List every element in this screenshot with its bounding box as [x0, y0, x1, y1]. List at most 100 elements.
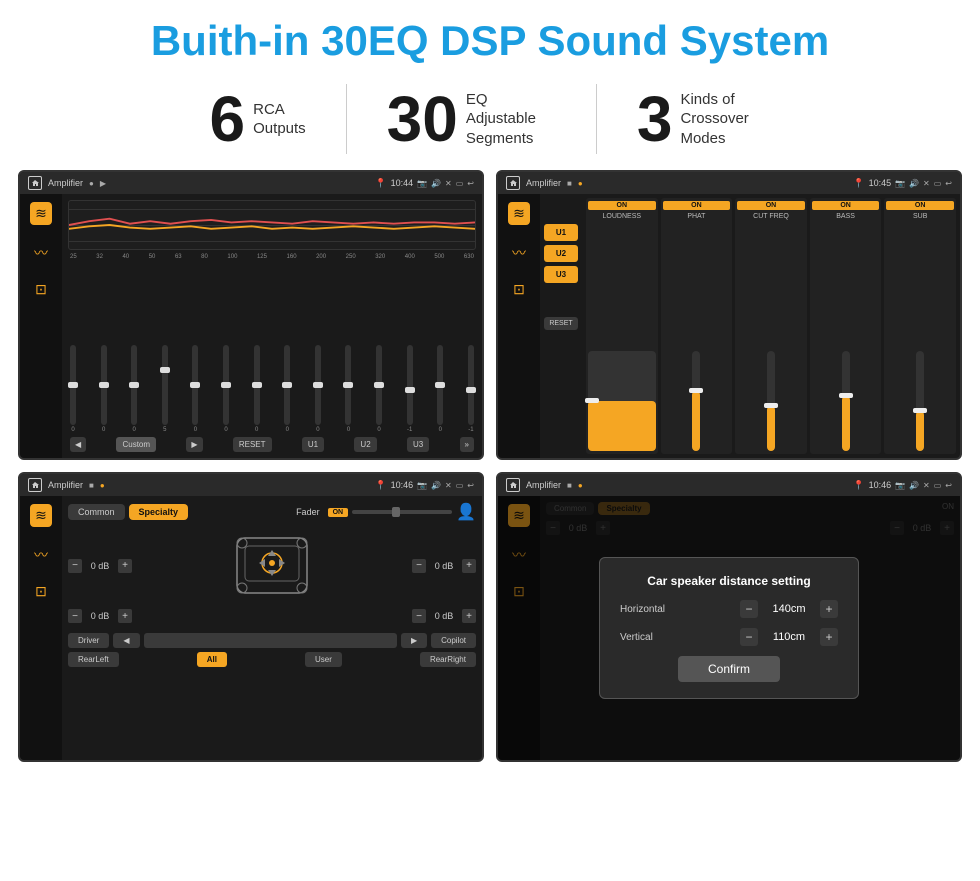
stats-row: 6 RCAOutputs 30 EQ AdjustableSegments 3 …: [0, 74, 980, 170]
vol-tl-minus[interactable]: −: [68, 559, 82, 573]
home-icon-3[interactable]: [28, 478, 42, 492]
eq-icon-2[interactable]: ≋: [508, 202, 530, 225]
channel-loudness-name: LOUDNESS: [603, 213, 642, 220]
channel-sub-slider[interactable]: [916, 351, 924, 451]
stat-eq: 30 EQ AdjustableSegments: [347, 87, 596, 151]
confirm-button[interactable]: Confirm: [678, 656, 780, 682]
minus-icon: ▭: [456, 179, 464, 188]
home-icon-2[interactable]: [506, 176, 520, 190]
channel-bass-slider[interactable]: [842, 351, 850, 451]
eq-custom-btn[interactable]: Custom: [116, 437, 156, 452]
screen4-time: 10:46: [869, 480, 892, 490]
stat-text-crossover: Kinds ofCrossover Modes: [680, 90, 770, 149]
horizontal-minus-btn[interactable]: −: [740, 600, 758, 618]
s2-reset-btn[interactable]: RESET: [544, 317, 578, 330]
channel-cutfreq-slider[interactable]: [767, 351, 775, 451]
vol-br-minus[interactable]: −: [412, 609, 426, 623]
vol-br-plus[interactable]: +: [462, 609, 476, 623]
arrow-left-btn[interactable]: ◀: [113, 633, 139, 648]
dot-icon: ●: [89, 179, 94, 188]
screen3-body: ≋ 〰 ⊡ Common Specialty Fader ON 👤: [20, 496, 482, 760]
home-icon[interactable]: [28, 176, 42, 190]
freq-32: 32: [96, 254, 103, 260]
driver-btn[interactable]: Driver: [68, 633, 109, 648]
vol-tr-plus[interactable]: +: [462, 559, 476, 573]
vertical-stepper: − 110cm +: [740, 628, 838, 646]
eq-slider-2: 0: [131, 345, 137, 433]
stat-text-eq: EQ AdjustableSegments: [466, 90, 556, 149]
preset-u2-btn[interactable]: U2: [544, 245, 578, 262]
back-icon-3: ↩: [467, 481, 474, 490]
speaker-icon-2[interactable]: ⊡: [513, 281, 525, 298]
screen4-status-left: Amplifier ■ ●: [506, 478, 583, 492]
dialog-vertical-row: Vertical − 110cm +: [620, 628, 838, 646]
eq-main: 25 32 40 50 63 80 100 125 160 200 250 32…: [62, 194, 482, 458]
vol-br-value: 0 dB: [429, 611, 459, 621]
preset-u3-btn[interactable]: U3: [544, 266, 578, 283]
minus-icon-4: ▭: [934, 481, 942, 490]
all-btn[interactable]: All: [197, 652, 227, 667]
eq-slider-11: -1: [407, 345, 413, 433]
speaker-balance-icon[interactable]: ⊡: [35, 281, 47, 298]
rearright-btn[interactable]: RearRight: [420, 652, 476, 667]
eq-prev-btn[interactable]: ◀: [70, 437, 86, 452]
screen1-side-panel: ≋ 〰 ⊡: [20, 194, 62, 458]
eq-icon-3[interactable]: ≋: [30, 504, 52, 527]
rearleft-btn[interactable]: RearLeft: [68, 652, 119, 667]
empty-btn: [144, 633, 397, 648]
wave-icon-2[interactable]: 〰: [512, 243, 526, 263]
screen1-body: ≋ 〰 ⊡: [20, 194, 482, 458]
speaker-icon-3[interactable]: ⊡: [35, 583, 47, 600]
eq-icon[interactable]: ≋: [30, 202, 52, 225]
camera-icon-2: 📷: [895, 179, 905, 188]
vertical-plus-btn[interactable]: +: [820, 628, 838, 646]
vol-tr-minus[interactable]: −: [412, 559, 426, 573]
eq-reset-btn[interactable]: RESET: [233, 437, 272, 452]
fader-slider[interactable]: [352, 510, 452, 514]
eq-u2-btn[interactable]: U2: [354, 437, 376, 452]
preset-u1-btn[interactable]: U1: [544, 224, 578, 241]
eq-u3-btn[interactable]: U3: [407, 437, 429, 452]
screen2-channels: ON LOUDNESS ON PHAT: [582, 194, 960, 458]
location-icon-3: 📍: [375, 480, 386, 491]
home-icon-4[interactable]: [506, 478, 520, 492]
eq-slider-7: 0: [284, 345, 290, 433]
dot-icon-2: ■: [567, 179, 572, 188]
vol-bot-left: − 0 dB +: [68, 609, 132, 623]
vol-bl-plus[interactable]: +: [118, 609, 132, 623]
channel-sub: ON SUB: [884, 198, 956, 454]
wave-icon-3[interactable]: 〰: [34, 545, 48, 565]
vol-bl-minus[interactable]: −: [68, 609, 82, 623]
screen4-card: Amplifier ■ ● 📍 10:46 📷 🔊 ✕ ▭ ↩ ≋ 〰: [496, 472, 962, 762]
channel-sub-name: SUB: [913, 213, 927, 220]
eq-expand-icon: »: [460, 437, 474, 452]
eq-slider-3: 5: [162, 345, 168, 433]
eq-slider-1: 0: [101, 345, 107, 433]
eq-u1-btn[interactable]: U1: [302, 437, 324, 452]
eq-slider-4: 0: [192, 345, 198, 433]
vol-row-bottom: − 0 dB + − 0 dB +: [68, 609, 476, 623]
arrow-right-btn[interactable]: ▶: [401, 633, 427, 648]
volume-icon-3: 🔊: [431, 481, 441, 490]
screen2-presets: U1 U2 U3 RESET: [540, 194, 582, 458]
channel-loudness: ON LOUDNESS: [586, 198, 658, 454]
eq-next-btn[interactable]: ▶: [186, 437, 202, 452]
close-icon-3: ✕: [445, 481, 452, 490]
tab-specialty[interactable]: Specialty: [129, 504, 189, 520]
channel-phat-slider[interactable]: [692, 351, 700, 451]
user-btn[interactable]: User: [305, 652, 342, 667]
freq-40: 40: [122, 254, 129, 260]
dialog-horizontal-row: Horizontal − 140cm +: [620, 600, 838, 618]
freq-250: 250: [346, 254, 356, 260]
screen2-status-icons: 📍 10:45 📷 🔊 ✕ ▭ ↩: [853, 178, 952, 189]
copilot-btn[interactable]: Copilot: [431, 633, 476, 648]
wave-icon[interactable]: 〰: [34, 243, 48, 263]
screen3-bottom-btns: Driver ◀ ▶ Copilot: [68, 633, 476, 648]
eq-slider-9: 0: [345, 345, 351, 433]
eq-slider-12: 0: [437, 345, 443, 433]
vertical-minus-btn[interactable]: −: [740, 628, 758, 646]
channel-loudness-slider[interactable]: [588, 351, 656, 451]
tab-common[interactable]: Common: [68, 504, 125, 520]
horizontal-plus-btn[interactable]: +: [820, 600, 838, 618]
vol-tl-plus[interactable]: +: [118, 559, 132, 573]
